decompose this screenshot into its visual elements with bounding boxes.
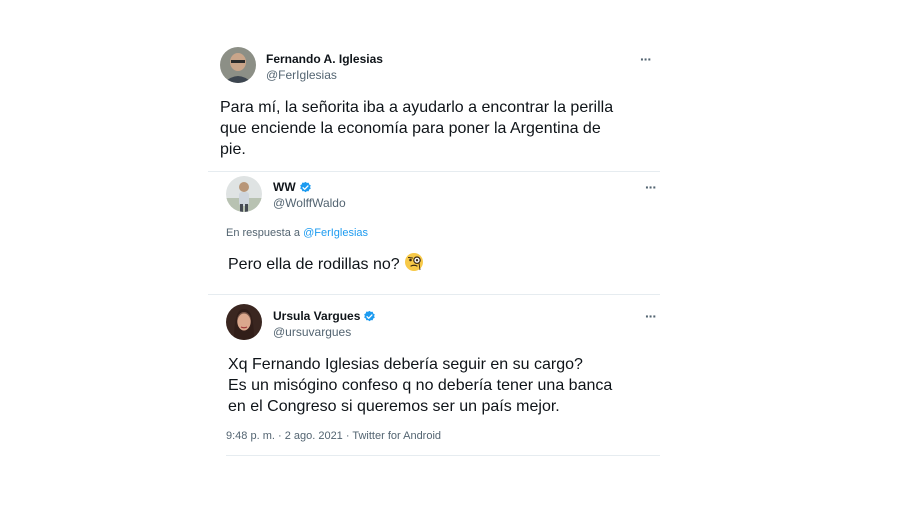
face-with-monocle-icon (404, 252, 424, 278)
tweet-text-line: Pero ella de rodillas no? (228, 256, 400, 273)
reply-prefix: En respuesta a (226, 227, 300, 239)
author-name-text: Ursula Vargues (273, 309, 361, 323)
avatar[interactable] (220, 47, 256, 83)
author-handle[interactable]: @WolffWaldo (273, 196, 346, 210)
author-name[interactable]: Ursula Vargues (273, 309, 376, 323)
author-name[interactable]: Fernando A. Iglesias (266, 52, 383, 66)
verified-badge-icon (299, 181, 312, 194)
divider (226, 455, 660, 456)
tweet-text-line: Xq Fernando Iglesias debería seguir en s… (228, 356, 583, 373)
avatar[interactable] (226, 304, 262, 340)
author-name[interactable]: WW (273, 180, 346, 194)
verified-badge-icon (363, 310, 376, 323)
tweet-text-line: en el Congreso si queremos ser un país m… (228, 398, 560, 415)
tweet-text-line: Es un misógino confeso q no debería tene… (228, 377, 613, 394)
reply-mention-link[interactable]: @FerIglesias (303, 227, 368, 239)
author-name-text: WW (273, 180, 296, 194)
divider (208, 294, 660, 295)
more-options-icon[interactable]: ··· (645, 179, 657, 195)
author-handle[interactable]: @ursuvargues (273, 325, 376, 339)
tweet-text-line: pie. (220, 141, 246, 158)
tweet-text-line: que enciende la economía para poner la A… (220, 120, 601, 137)
reply-context: En respuesta a @FerIglesias (226, 227, 368, 239)
divider (208, 171, 660, 172)
more-options-icon[interactable]: ··· (645, 308, 657, 324)
tweet-text: Para mí, la señorita iba a ayudarlo a en… (220, 97, 613, 160)
more-options-icon[interactable]: ··· (640, 51, 652, 67)
tweet-text: Xq Fernando Iglesias debería seguir en s… (228, 354, 612, 417)
avatar[interactable] (226, 176, 262, 212)
tweet-text: Pero ella de rodillas no? (228, 252, 424, 278)
author-name-text: Fernando A. Iglesias (266, 52, 383, 66)
tweet-timestamp[interactable]: 9:48 p. m. · 2 ago. 2021 · Twitter for A… (226, 430, 441, 442)
author-handle[interactable]: @FerIglesias (266, 68, 383, 82)
tweet-text-line: Para mí, la señorita iba a ayudarlo a en… (220, 99, 614, 116)
